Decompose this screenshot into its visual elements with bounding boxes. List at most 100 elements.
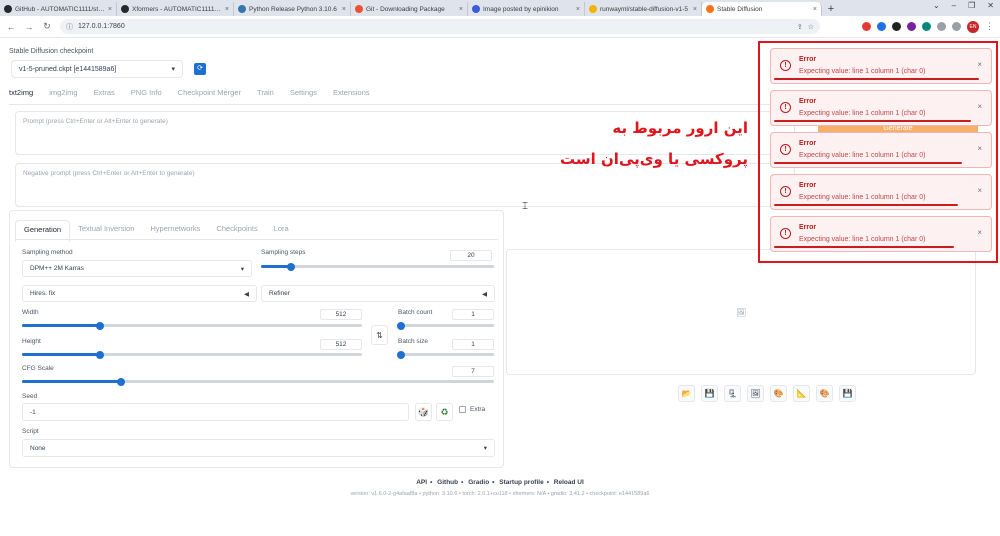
close-icon[interactable]: × [813,6,817,13]
batch-count-slider[interactable] [397,321,494,330]
close-icon[interactable]: × [693,6,697,13]
extension-icon[interactable] [922,22,931,31]
browser-tab[interactable]: Python Release Python 3.10.6 × [234,2,351,16]
tab-extras[interactable]: Extras [94,88,115,97]
close-icon[interactable]: × [342,6,346,13]
tab-settings[interactable]: Settings [290,88,317,97]
send-to-inpaint-button[interactable]: 🎨 [770,385,787,402]
error-message: Expecting value: line 1 column 1 (char 0… [799,194,926,201]
close-icon[interactable]: × [225,6,229,13]
minimize-icon[interactable]: – [952,1,956,10]
reuse-seed-button[interactable]: ♻ [436,403,453,421]
browser-tab[interactable]: Image posted by epinikion × [468,2,585,16]
close-icon[interactable]: × [977,102,982,111]
forward-icon[interactable]: → [24,22,34,32]
slider-handle[interactable] [96,350,105,359]
zip-button[interactable]: 🗜 [724,385,741,402]
batch-count-input[interactable]: 1 [452,309,494,320]
tab-train[interactable]: Train [257,88,274,97]
close-icon[interactable]: × [977,144,982,153]
cfg-scale-slider[interactable] [22,377,494,386]
maximize-icon[interactable]: ❐ [968,1,975,10]
tab-img2img[interactable]: img2img [49,88,77,97]
height-slider[interactable] [22,350,362,359]
swap-dimensions-button[interactable]: ⇅ [371,325,388,345]
sampling-method-select[interactable]: DPM++ 2M Karras ▾ [22,260,252,277]
save-button[interactable]: 💾 [701,385,718,402]
browser-tab[interactable]: GitHub - AUTOMATIC1111/stable × [0,2,117,16]
slider-fill [22,353,101,356]
width-input[interactable]: 512 [320,309,362,320]
save-style-button[interactable]: 💾 [839,385,856,402]
new-tab-button[interactable]: + [822,2,840,16]
browser-tab[interactable]: Git - Downloading Package × [351,2,468,16]
hires-fix-accordion[interactable]: Hires. fix ◀ [22,285,257,302]
random-seed-button[interactable]: 🎲 [415,403,432,421]
cfg-scale-input[interactable]: 7 [452,366,494,377]
vpn-extension-icon[interactable] [907,22,916,31]
sampling-steps-input[interactable]: 20 [450,250,492,261]
stable-diffusion-icon [706,5,714,13]
kebab-menu-icon[interactable]: ⋮ [985,21,994,32]
close-icon[interactable]: × [977,228,982,237]
slider-handle[interactable] [397,350,405,359]
open-folder-button[interactable]: 📂 [678,385,695,402]
opera-extension-icon[interactable] [862,22,871,31]
seed-input[interactable]: -1 [22,403,409,421]
slider-handle[interactable] [117,377,126,386]
checkpoint-select[interactable]: v1-5-pruned.ckpt [e1441589a6] ▾ [11,60,183,78]
width-slider[interactable] [22,321,362,330]
reload-icon[interactable]: ↻ [42,21,52,32]
send-to-img2img-button[interactable]: 🖼 [747,385,764,402]
civitai-icon [472,5,480,13]
share-icon[interactable]: ⇪ [797,23,803,31]
slider-handle[interactable] [287,262,296,271]
negative-prompt-input[interactable]: Negative prompt (press Ctrl+Enter or Alt… [15,163,795,207]
browser-tab[interactable]: runwayml/stable-diffusion-v1-5 × [585,2,702,16]
profile-avatar[interactable]: EN [967,20,979,33]
browser-tab[interactable]: Xformers - AUTOMATIC1111/sta × [117,2,234,16]
script-select[interactable]: None ▾ [22,439,495,457]
close-icon[interactable]: × [459,6,463,13]
bookmark-star-icon[interactable]: ☆ [808,23,814,31]
close-window-icon[interactable]: ✕ [987,1,994,10]
refresh-checkpoint-button[interactable]: ⟳ [194,63,206,75]
slider-handle[interactable] [397,321,405,330]
close-icon[interactable]: × [576,6,580,13]
tab-checkpoint-merger[interactable]: Checkpoint Merger [178,88,241,97]
info-icon[interactable]: ⓘ [66,22,73,32]
interrupt-button[interactable]: 🎨 [816,385,833,402]
address-bar[interactable]: ⓘ 127.0.0.1:7860 ⇪ ☆ [60,19,820,34]
footer-link-reload-ui[interactable]: Reload UI [554,479,584,486]
error-toast: ! Error Expecting value: line 1 column 1… [770,132,992,168]
refiner-accordion[interactable]: Refiner ◀ [261,285,495,302]
sidebar-icon[interactable] [952,22,961,31]
translate-extension-icon[interactable] [877,22,886,31]
extra-seed-checkbox[interactable] [459,406,466,413]
divider [9,104,799,105]
sampling-steps-slider[interactable] [261,262,494,271]
slider-fill [22,380,122,383]
back-icon[interactable]: ← [6,22,16,32]
chevron-down-icon[interactable]: ⌄ [933,1,940,10]
close-icon[interactable]: × [977,186,982,195]
footer-link-github[interactable]: Github [437,479,458,486]
height-input[interactable]: 512 [320,339,362,350]
close-icon[interactable]: × [108,6,112,13]
puzzle-icon[interactable] [937,22,946,31]
batch-size-input[interactable]: 1 [452,339,494,350]
footer-link-startup-profile[interactable]: Startup profile [499,479,543,486]
slider-handle[interactable] [96,321,105,330]
browser-tab-active[interactable]: Stable Diffusion × [702,2,822,16]
error-message: Expecting value: line 1 column 1 (char 0… [799,110,926,117]
error-icon: ! [780,102,791,113]
close-icon[interactable]: × [977,60,982,69]
tab-extensions[interactable]: Extensions [333,88,370,97]
tab-png-info[interactable]: PNG Info [131,88,162,97]
send-to-extras-button[interactable]: 📐 [793,385,810,402]
footer-link-api[interactable]: API [416,479,427,486]
batch-size-slider[interactable] [397,350,494,359]
footer-link-gradio[interactable]: Gradio [468,479,489,486]
extension-icon[interactable] [892,22,901,31]
tab-txt2img[interactable]: txt2img [9,88,33,97]
